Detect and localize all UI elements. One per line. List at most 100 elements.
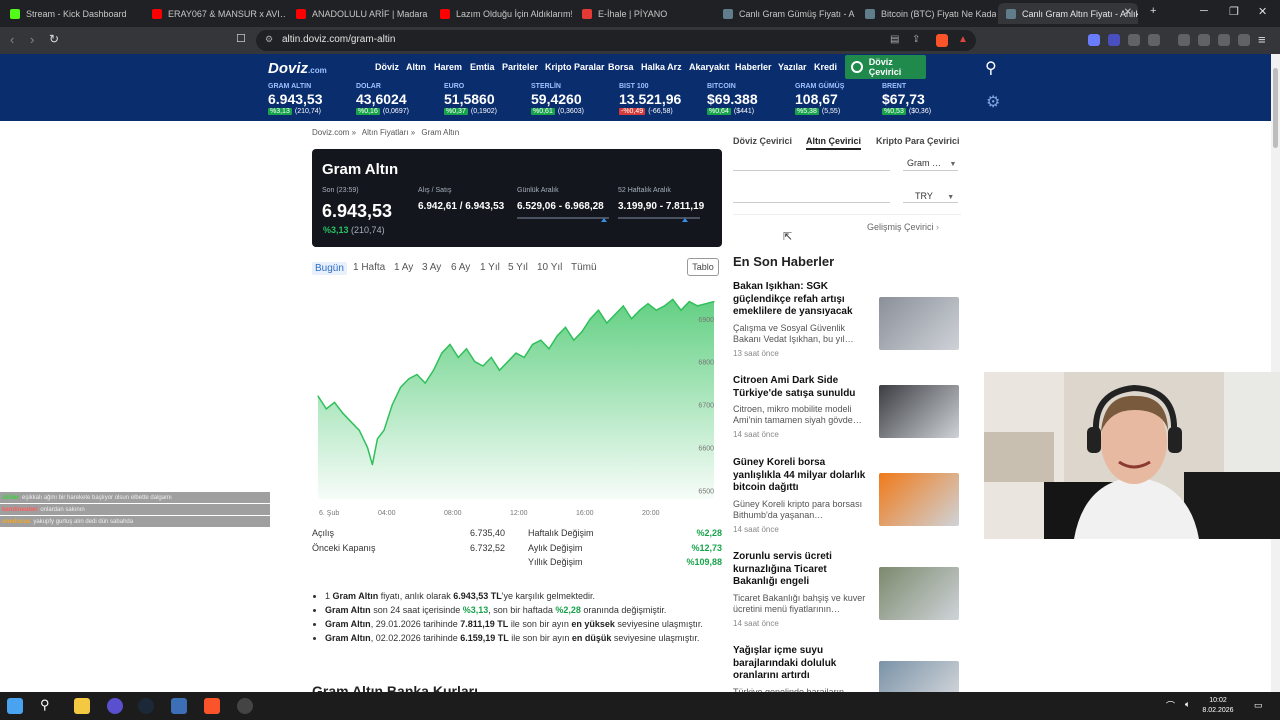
- minimize-button[interactable]: ─: [1200, 5, 1208, 17]
- forward-icon[interactable]: ›: [30, 32, 34, 47]
- result-input[interactable]: [733, 202, 890, 203]
- brave-rewards-icon[interactable]: ▲: [958, 34, 968, 45]
- period-tab-8[interactable]: Tümü: [571, 262, 597, 273]
- browser-tab[interactable]: Canlı Gram Altın Fiyatı - Anlık… ✕: [998, 3, 1138, 24]
- breadcrumb-home[interactable]: Doviz.com »: [312, 128, 356, 137]
- currency-converter-button[interactable]: Döviz Çevirici: [845, 55, 926, 79]
- period-tab-0[interactable]: Bugün: [312, 262, 347, 275]
- nav-item-0[interactable]: Döviz: [375, 62, 399, 72]
- period-tab-2[interactable]: 1 Ay: [394, 262, 413, 273]
- obs-icon[interactable]: [107, 698, 123, 714]
- nav-item-5[interactable]: Kripto Paralar: [545, 62, 605, 72]
- volume-icon[interactable]: 🔈︎: [1185, 699, 1190, 710]
- wallet-icon[interactable]: [1198, 34, 1210, 46]
- news-title[interactable]: Zorunlu servis ücreti kurnazlığına Ticar…: [733, 551, 873, 589]
- browser-tab[interactable]: Stream - Kick Dashboard: [2, 3, 142, 24]
- nav-item-2[interactable]: Harem: [434, 62, 462, 72]
- site-info-icon[interactable]: ⚙: [265, 34, 273, 45]
- news-title[interactable]: Citroen Ami Dark Side Türkiye'de satışa …: [733, 375, 873, 400]
- wallet-icon[interactable]: [1148, 34, 1160, 46]
- new-tab-button[interactable]: +: [1150, 5, 1156, 17]
- nav-item-7[interactable]: Halka Arz: [641, 62, 682, 72]
- nav-item-9[interactable]: Haberler: [735, 62, 772, 72]
- sidebar-icon[interactable]: [1178, 34, 1190, 46]
- news-item[interactable]: Citroen Ami Dark Side Türkiye'de satışa …: [733, 375, 961, 439]
- maximize-button[interactable]: ❐: [1229, 5, 1239, 18]
- extension-icon[interactable]: [1088, 34, 1100, 46]
- app-icon[interactable]: [171, 698, 187, 714]
- nav-item-6[interactable]: Borsa: [608, 62, 634, 72]
- news-item[interactable]: Güney Koreli borsa yanlışlıkla 44 milyar…: [733, 457, 961, 534]
- news-thumbnail[interactable]: [879, 567, 959, 620]
- browser-tab[interactable]: Bitcoin (BTC) Fiyatı Ne Kadar? …: [857, 3, 996, 24]
- ticker-item[interactable]: DOLAR 43,6024 %0,16 (0,0697): [356, 83, 446, 115]
- close-window-button[interactable]: ✕: [1258, 5, 1267, 18]
- news-item[interactable]: Bakan Işıkhan: SGK güçlendikçe refah art…: [733, 281, 961, 358]
- advanced-converter-link[interactable]: Gelişmiş Çevirici ›: [867, 222, 939, 232]
- puzzle-icon[interactable]: [1128, 34, 1140, 46]
- period-tab-5[interactable]: 1 Yıl: [480, 262, 500, 273]
- news-title[interactable]: Bakan Işıkhan: SGK güçlendikçe refah art…: [733, 281, 873, 319]
- back-icon[interactable]: ‹: [10, 32, 14, 47]
- leo-icon[interactable]: [1218, 34, 1230, 46]
- bookmark-icon[interactable]: ☐: [236, 32, 246, 45]
- news-title[interactable]: Güney Koreli borsa yanlışlıkla 44 milyar…: [733, 457, 873, 495]
- browser-tab[interactable]: ANADOLULU ARİF | Madara Ol…: [288, 3, 430, 24]
- news-title[interactable]: Yağışlar içme suyu barajlarındaki dolulu…: [733, 645, 873, 683]
- nav-item-3[interactable]: Emtia: [470, 62, 495, 72]
- search-icon[interactable]: ⚲: [40, 697, 56, 713]
- browser-tab[interactable]: Canlı Gram Gümüş Fiyatı - Anlı…: [715, 3, 855, 24]
- search-icon[interactable]: ⚲: [985, 58, 997, 78]
- nav-item-11[interactable]: Kredi: [814, 62, 837, 72]
- tab-gold-converter[interactable]: Altın Çevirici: [806, 136, 862, 150]
- news-thumbnail[interactable]: [879, 297, 959, 350]
- breadcrumb-gold-prices[interactable]: Altın Fiyatları »: [362, 128, 415, 137]
- system-clock[interactable]: 10:02 8.02.2026: [1198, 696, 1238, 716]
- scrollbar-thumb[interactable]: [1273, 68, 1278, 148]
- news-item[interactable]: Zorunlu servis ücreti kurnazlığına Ticar…: [733, 551, 961, 628]
- browser-tab[interactable]: ERAY067 & MANSUR x AVI…: [144, 3, 286, 24]
- news-thumbnail[interactable]: [879, 385, 959, 438]
- tab-crypto-converter[interactable]: Kripto Para Çevirici: [876, 136, 960, 146]
- notification-icon[interactable]: ▭: [1254, 700, 1263, 711]
- period-tab-4[interactable]: 6 Ay: [451, 262, 470, 273]
- nav-item-10[interactable]: Yazılar: [778, 62, 807, 72]
- url-field[interactable]: ⚙ altin.doviz.com/gram-altin ▤ ⇪ ▲: [256, 30, 976, 51]
- browser-tab[interactable]: Lazım Olduğu İçin Aldıklarım! 1…: [432, 3, 572, 24]
- steam-icon[interactable]: [138, 698, 154, 714]
- extension-icon[interactable]: [1108, 34, 1120, 46]
- browser-tab[interactable]: E-İhale | PİYANO: [574, 3, 713, 24]
- vpn-icon[interactable]: [1238, 34, 1250, 46]
- reader-icon[interactable]: ▤: [890, 34, 899, 45]
- brave-browser-icon[interactable]: [204, 698, 220, 714]
- currency-select[interactable]: TRY ▼: [915, 191, 954, 201]
- network-icon[interactable]: ⌒: [1166, 699, 1175, 712]
- period-tab-3[interactable]: 3 Ay: [422, 262, 441, 273]
- price-chart[interactable]: 6500 6600 6700 6800 6900 6. Şub 04:00 08:00 12:0…: [312, 285, 722, 520]
- file-explorer-icon[interactable]: [74, 698, 90, 714]
- settings-gear-icon[interactable]: ⚙: [986, 92, 1000, 112]
- app-icon[interactable]: [237, 698, 253, 714]
- ticker-item[interactable]: BRENT $67,73 %0,53 ($0,36): [882, 83, 972, 115]
- gold-type-select[interactable]: Gram … ▼: [907, 158, 956, 168]
- brave-shield-icon[interactable]: [936, 34, 948, 47]
- windows-start-icon[interactable]: [7, 698, 23, 714]
- nav-item-1[interactable]: Altın: [406, 62, 426, 72]
- period-tab-6[interactable]: 5 Yıl: [508, 262, 528, 273]
- tab-currency-converter[interactable]: Döviz Çevirici: [733, 136, 792, 146]
- ticker-item[interactable]: GRAM ALTIN 6.943,53 %3,13 (210,74): [268, 83, 358, 115]
- nav-item-8[interactable]: Akaryakıt: [689, 62, 730, 72]
- period-tab-7[interactable]: 10 Yıl: [537, 262, 562, 273]
- amount-input[interactable]: [733, 170, 890, 171]
- site-logo[interactable]: Doviz.com: [268, 60, 327, 77]
- reload-icon[interactable]: ↻: [49, 32, 59, 46]
- ticker-item[interactable]: STERLİN 59,4260 %0,61 (0,3603): [531, 83, 621, 115]
- ticker-item[interactable]: BITCOIN $69.388 %0,64 ($441): [707, 83, 797, 115]
- menu-icon[interactable]: ≡: [1258, 32, 1266, 47]
- news-thumbnail[interactable]: [879, 661, 959, 694]
- news-thumbnail[interactable]: [879, 473, 959, 526]
- share-icon[interactable]: ⇪: [912, 34, 920, 45]
- ticker-item[interactable]: EURO 51,5860 %0,37 (0,1902): [444, 83, 534, 115]
- period-tab-1[interactable]: 1 Hafta: [353, 262, 385, 273]
- ticker-item[interactable]: GRAM GÜMÜŞ 108,67 %5,38 (5,55): [795, 83, 885, 115]
